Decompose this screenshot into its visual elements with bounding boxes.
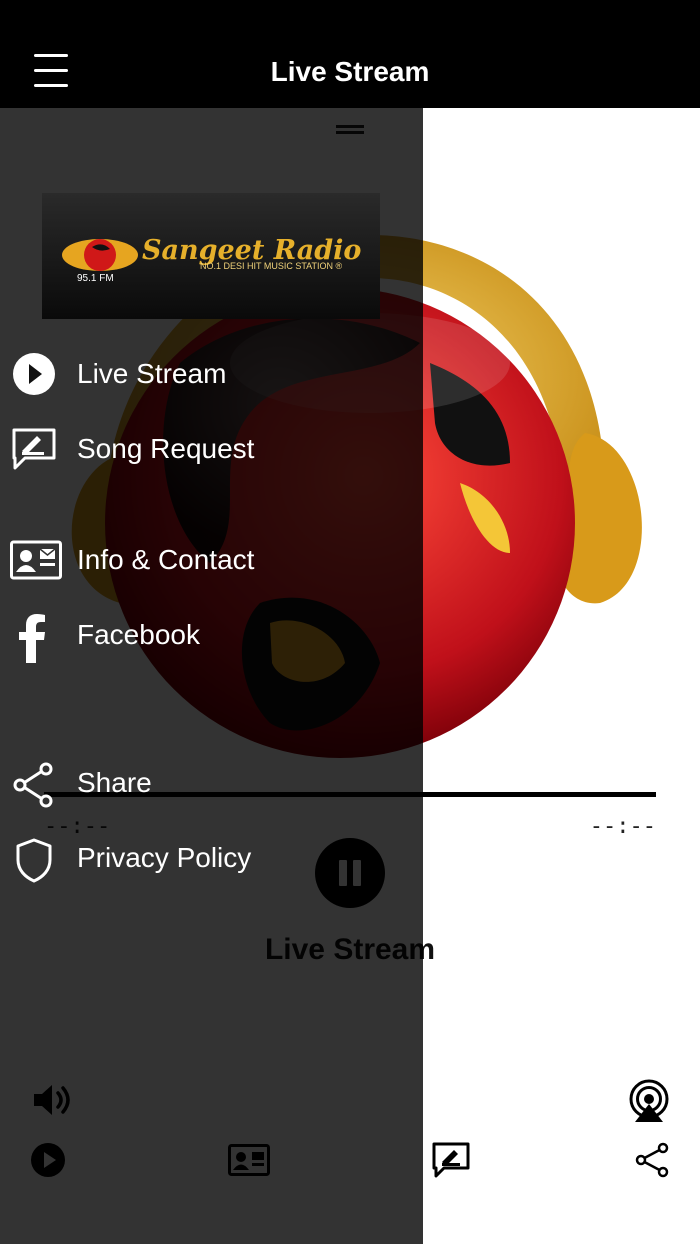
drawer-item-label: Privacy Policy: [77, 842, 252, 873]
remaining-time: --:--: [589, 814, 656, 839]
station-logo: Sangeet Radio NO.1 DESI HIT MUSIC STATIO…: [42, 193, 380, 319]
share-tab-icon[interactable]: [634, 1142, 670, 1178]
page-title: Live Stream: [270, 56, 430, 87]
logo-tagline: NO.1 DESI HIT MUSIC STATION ®: [200, 261, 343, 271]
drawer-item-label: Facebook: [77, 619, 200, 650]
drawer-item-song-request[interactable]: Song Request: [0, 419, 423, 479]
drawer-item-label: Share: [77, 767, 152, 798]
side-drawer: Sangeet Radio NO.1 DESI HIT MUSIC STATIO…: [0, 108, 423, 1244]
shield-icon: [10, 836, 58, 883]
play-circle-icon: [10, 352, 58, 396]
edit-message-icon: [10, 427, 58, 471]
share-icon: [10, 761, 58, 808]
song-request-tab-icon[interactable]: [432, 1142, 470, 1178]
drawer-item-privacy-policy[interactable]: Privacy Policy: [0, 828, 423, 888]
drawer-item-label: Live Stream: [77, 358, 227, 389]
drawer-item-info-contact[interactable]: Info & Contact: [0, 530, 423, 590]
drawer-item-share[interactable]: Share: [0, 753, 423, 813]
airplay-icon[interactable]: [626, 1078, 672, 1124]
top-bar: Live Stream: [0, 0, 700, 108]
drawer-item-facebook[interactable]: Facebook: [0, 605, 423, 665]
facebook-icon: [10, 613, 58, 663]
contact-card-icon: [10, 538, 62, 582]
drawer-item-label: Info & Contact: [77, 544, 255, 575]
drawer-item-label: Song Request: [77, 433, 255, 464]
logo-frequency: 95.1 FM: [77, 273, 114, 284]
drawer-item-live-stream[interactable]: Live Stream: [0, 344, 423, 404]
